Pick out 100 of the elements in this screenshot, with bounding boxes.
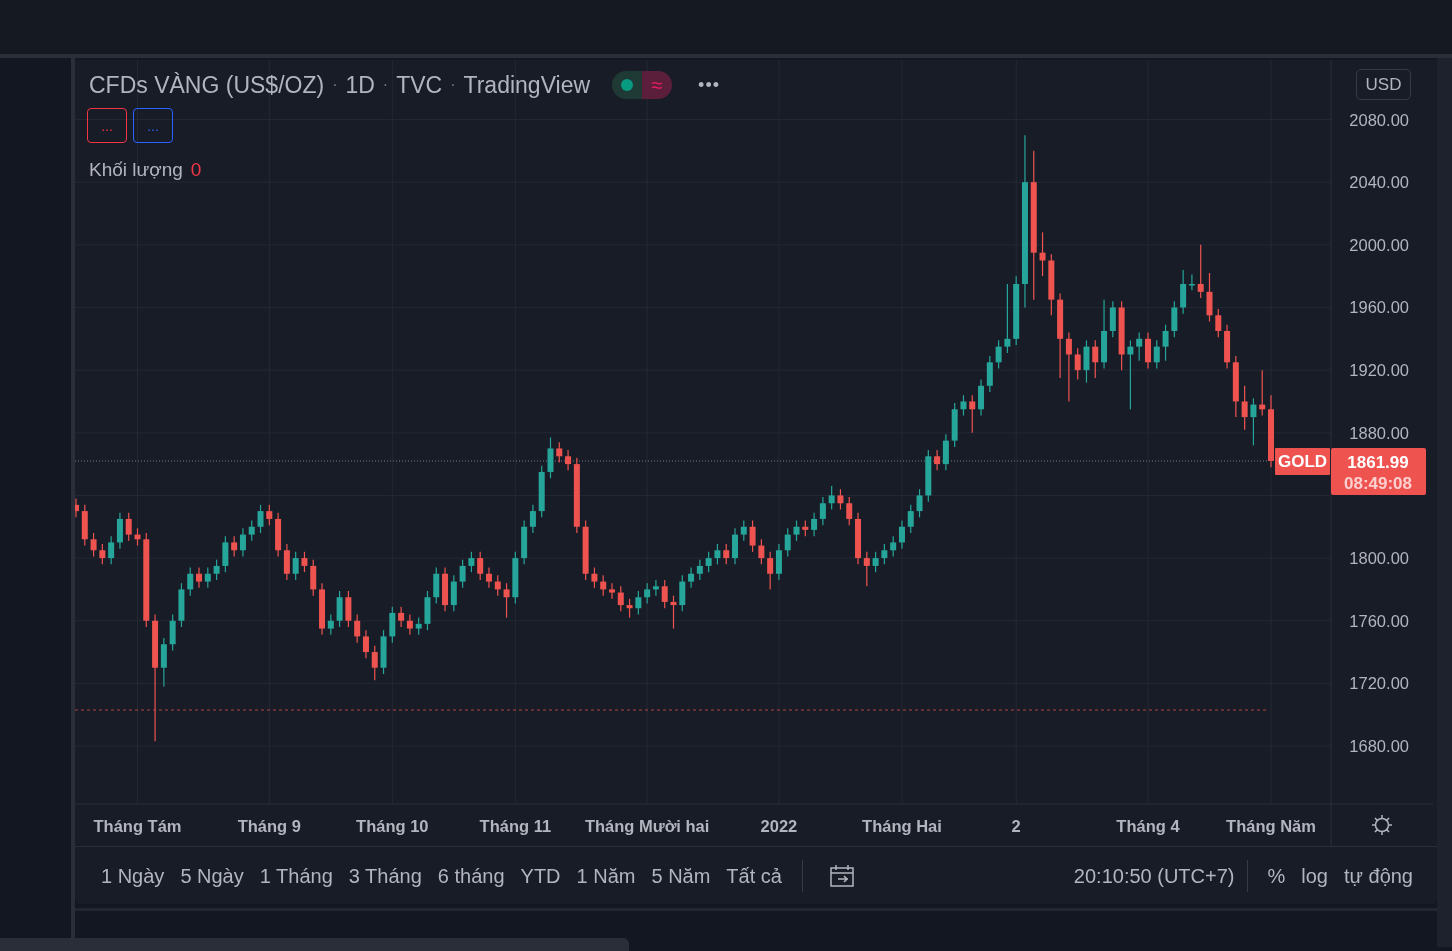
candlestick xyxy=(169,613,176,652)
candlestick xyxy=(784,527,791,558)
more-button[interactable]: ••• xyxy=(698,71,720,99)
candlestick xyxy=(960,394,967,417)
candlestick xyxy=(740,519,747,542)
symbol-title: CFDs VÀNG (US$/OZ) xyxy=(89,71,325,100)
range-button[interactable]: Tất cả xyxy=(718,860,790,891)
candlestick xyxy=(802,519,809,537)
candlestick xyxy=(486,566,492,589)
candlestick xyxy=(494,574,501,597)
candlestick xyxy=(503,582,510,619)
candlestick xyxy=(371,645,378,681)
candlestick xyxy=(916,488,923,518)
candlestick xyxy=(336,590,343,628)
candlestick xyxy=(995,339,1002,370)
candlestick xyxy=(855,512,861,565)
range-button[interactable]: YTD xyxy=(512,860,569,891)
candlestick xyxy=(266,504,273,526)
candlestick xyxy=(556,441,563,464)
candlestick xyxy=(828,485,835,511)
candlestick xyxy=(837,488,844,511)
candlestick xyxy=(1241,385,1248,431)
date-tick: 2 xyxy=(1011,817,1021,835)
date-tick: Tháng 10 xyxy=(356,817,429,835)
candlestick xyxy=(178,582,185,628)
scale-button[interactable]: tự động xyxy=(1336,860,1421,891)
volume-label: Khối lượng xyxy=(89,159,183,180)
candlestick xyxy=(477,551,484,581)
candlestick xyxy=(99,543,106,565)
range-button[interactable]: 1 Năm xyxy=(568,860,644,891)
candlestick xyxy=(705,551,712,573)
candlestick xyxy=(1118,300,1125,371)
candlestick xyxy=(1004,283,1011,354)
candlestick xyxy=(292,551,299,581)
candlestick xyxy=(222,535,229,573)
range-button[interactable]: 3 Tháng xyxy=(340,860,430,891)
candlestick xyxy=(1215,308,1222,338)
range-button[interactable]: 5 Năm xyxy=(643,860,719,891)
range-button[interactable]: 1 Ngày xyxy=(93,860,173,891)
date-tick: Tháng Hai xyxy=(862,817,942,835)
candlestick xyxy=(617,585,624,612)
candlestick xyxy=(609,582,615,600)
candlestick xyxy=(1259,369,1266,417)
settings-icon[interactable] xyxy=(1371,814,1393,836)
price-tick: 1880.00 xyxy=(1349,423,1409,442)
candlestick xyxy=(1127,339,1134,410)
candlestick xyxy=(1074,347,1081,381)
candlestick xyxy=(459,559,466,589)
candlestick xyxy=(134,527,141,547)
candlestick xyxy=(1206,272,1213,323)
scale-button[interactable]: log xyxy=(1293,860,1336,891)
date-tick: Tháng 9 xyxy=(237,817,301,835)
price-tick: 2000.00 xyxy=(1349,235,1409,254)
indicator-button[interactable]: ... xyxy=(133,108,173,143)
candlestick xyxy=(600,574,607,597)
candlestick xyxy=(1092,339,1099,379)
clock-label: 20:10:50 (UTC+7) xyxy=(1073,863,1235,889)
candlestick xyxy=(723,543,730,565)
candlestick xyxy=(433,566,440,605)
symbol-tag: GOLD xyxy=(1275,448,1330,475)
currency-button[interactable]: USD xyxy=(1356,69,1411,100)
price-tick: 1720.00 xyxy=(1349,674,1409,693)
candlestick xyxy=(1197,244,1204,299)
indicator-button[interactable]: ... xyxy=(87,108,127,143)
candlestick xyxy=(1136,331,1143,362)
interval-label: 1D xyxy=(345,71,375,100)
candlestick xyxy=(196,566,202,589)
price-tick: 2040.00 xyxy=(1349,173,1409,192)
status-dot-icon xyxy=(621,79,634,92)
candlestick xyxy=(204,566,211,589)
date-tick: Tháng 4 xyxy=(1116,817,1180,835)
candlestick xyxy=(81,504,88,547)
price-tick: 1960.00 xyxy=(1349,298,1409,317)
range-button[interactable]: 6 tháng xyxy=(429,860,513,891)
volume-value: 0 xyxy=(190,159,202,180)
candlestick xyxy=(591,566,598,589)
candlestick xyxy=(670,595,677,630)
range-button[interactable]: 5 Ngày xyxy=(172,860,252,891)
price-tick: 1800.00 xyxy=(1349,549,1409,568)
price-tick: 2080.00 xyxy=(1349,110,1409,129)
date-tick: Tháng 11 xyxy=(479,817,552,835)
candlestick xyxy=(213,559,220,581)
candlestick xyxy=(872,551,879,573)
candlestick xyxy=(389,606,396,644)
separator-dot: · xyxy=(382,75,389,96)
calendar-icon[interactable] xyxy=(828,863,855,888)
candlestick xyxy=(1162,324,1169,362)
candlestick xyxy=(547,436,554,479)
candlestick xyxy=(468,551,475,573)
candlestick xyxy=(380,629,387,675)
candlestick xyxy=(758,538,765,565)
candlestick xyxy=(512,551,519,605)
scale-button[interactable]: % xyxy=(1259,860,1294,891)
candlestick xyxy=(310,559,317,597)
candlestick xyxy=(907,504,914,534)
date-tick: Tháng Mười hai xyxy=(584,817,710,835)
candlestick xyxy=(881,543,888,565)
candlestick xyxy=(863,551,870,587)
range-button[interactable]: 1 Tháng xyxy=(251,860,341,891)
candlestick xyxy=(248,519,255,542)
